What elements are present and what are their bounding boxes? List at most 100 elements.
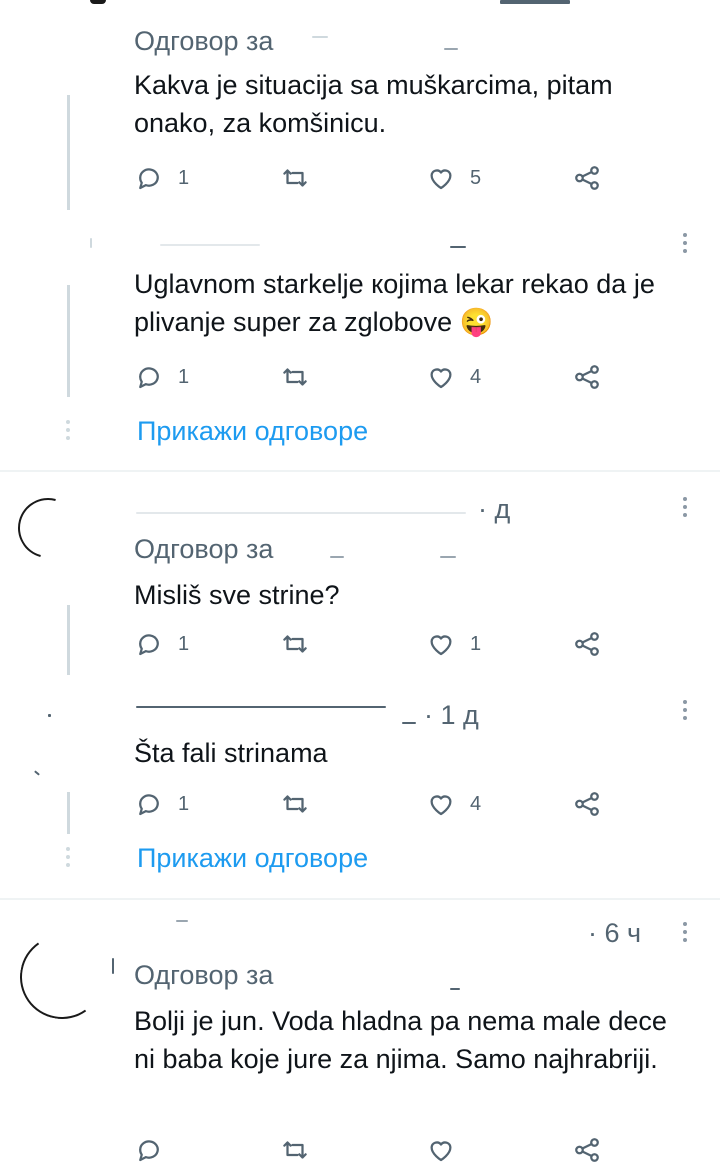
retweet-icon [283,368,307,386]
share-button[interactable] [572,629,602,659]
heart-icon [430,169,452,190]
share-button[interactable] [572,1135,602,1165]
tweet-actions: 1 4 [134,362,614,392]
heart-icon [430,1141,452,1162]
retweet-button[interactable] [280,362,310,392]
like-count: 4 [470,365,482,388]
share-button[interactable] [572,163,602,193]
thread-line [67,605,70,675]
reply-count: 1 [178,792,190,815]
more-button[interactable] [680,922,690,946]
reply-button[interactable]: 1 [134,629,189,659]
thread-line [67,95,70,210]
redacted-handle [444,48,458,50]
more-vertical-icon [683,497,687,501]
retweet-icon [283,795,307,813]
share-button[interactable] [572,789,602,819]
share-button[interactable] [572,362,602,392]
tweet-timestamp: · 6 ч [588,918,642,948]
heart-icon [430,635,452,656]
more-button[interactable] [680,497,690,521]
reply-to-label: Одговор за [134,534,274,564]
redacted-meta [450,246,466,248]
share-icon [575,365,599,389]
reply-button[interactable]: 1 [134,789,189,819]
thread-line [67,792,70,834]
like-button[interactable]: 1 [426,629,481,659]
avatar-fragment [112,958,114,974]
retweet-icon [283,635,307,653]
retweet-button[interactable] [280,163,310,193]
tweet-text: Uglavnom starkelje којima lekar rekao da… [134,269,655,337]
redacted-handle [402,722,416,724]
avatar-fragment [48,714,51,717]
share-icon [575,1138,599,1162]
avatar-fragment [90,238,92,248]
reply-icon [139,634,159,656]
reply-icon [139,168,159,190]
show-replies-link[interactable]: Прикажи одговоре [137,416,368,447]
more-vertical-icon [683,233,687,237]
more-vertical-icon [683,922,687,926]
heart-icon [430,368,452,389]
tweet-actions: 1 4 [134,789,614,819]
retweet-button[interactable] [280,629,310,659]
retweet-button[interactable] [280,1135,310,1165]
redacted-handle [450,988,460,990]
like-button[interactable] [426,1135,456,1165]
like-button[interactable]: 4 [426,362,481,392]
redacted-username [160,244,260,246]
like-count: 5 [470,166,482,189]
reply-button[interactable] [134,1135,164,1165]
redacted-handle [440,556,456,558]
tweet-timestamp: · 1 д [424,700,479,730]
reply-icon [139,794,159,816]
redacted-username [136,512,466,514]
like-button[interactable]: 5 [426,163,481,193]
reply-button[interactable]: 1 [134,362,189,392]
heart-icon [430,795,452,816]
divider [0,898,720,900]
share-icon [575,632,599,656]
tweet-text: Bolji je jun. Voda hladna pa nema male d… [134,1006,667,1074]
redacted-handle [330,556,344,558]
reply-icon [139,1140,159,1162]
reply-to-label: Одговор за [134,26,274,56]
tweet-actions: 1 1 [134,629,614,659]
tweet-text: Kakva je situacija sa muškarcima, pitam … [134,70,613,138]
share-icon [575,166,599,190]
previous-tweet-fragment [500,0,570,4]
avatar-fragment [34,770,40,776]
tweet-text: Šta fali strinama [134,738,328,768]
avatar [13,928,111,1026]
retweet-button[interactable] [280,789,310,819]
share-icon [575,792,599,816]
divider [0,470,720,472]
reply-button[interactable]: 1 [134,163,189,193]
reply-count: 1 [178,365,190,388]
reply-icon [139,367,159,389]
redacted-username [136,706,386,708]
retweet-icon [283,1141,307,1159]
more-button[interactable] [680,700,690,724]
redacted-username [176,920,188,922]
more-vertical-icon [683,700,687,704]
avatar [7,487,89,569]
thread-line [67,285,70,397]
thread-dots [65,847,71,871]
like-count: 4 [470,792,482,815]
reply-to-label: Одговор за [134,960,274,990]
retweet-icon [283,169,307,187]
thread-dots [65,420,71,444]
reply-count: 1 [178,166,190,189]
tweet-actions [134,1135,614,1165]
like-count: 1 [470,632,482,655]
show-replies-link[interactable]: Прикажи одговоре [137,843,368,874]
more-button[interactable] [680,233,690,257]
redacted-handle [312,36,328,38]
avatar-fragment [90,0,106,4]
tweet-actions: 1 5 [134,163,614,193]
like-button[interactable]: 4 [426,789,481,819]
tweet-text: Misliš sve strine? [134,580,340,610]
tweet-timestamp: · д [478,494,511,524]
